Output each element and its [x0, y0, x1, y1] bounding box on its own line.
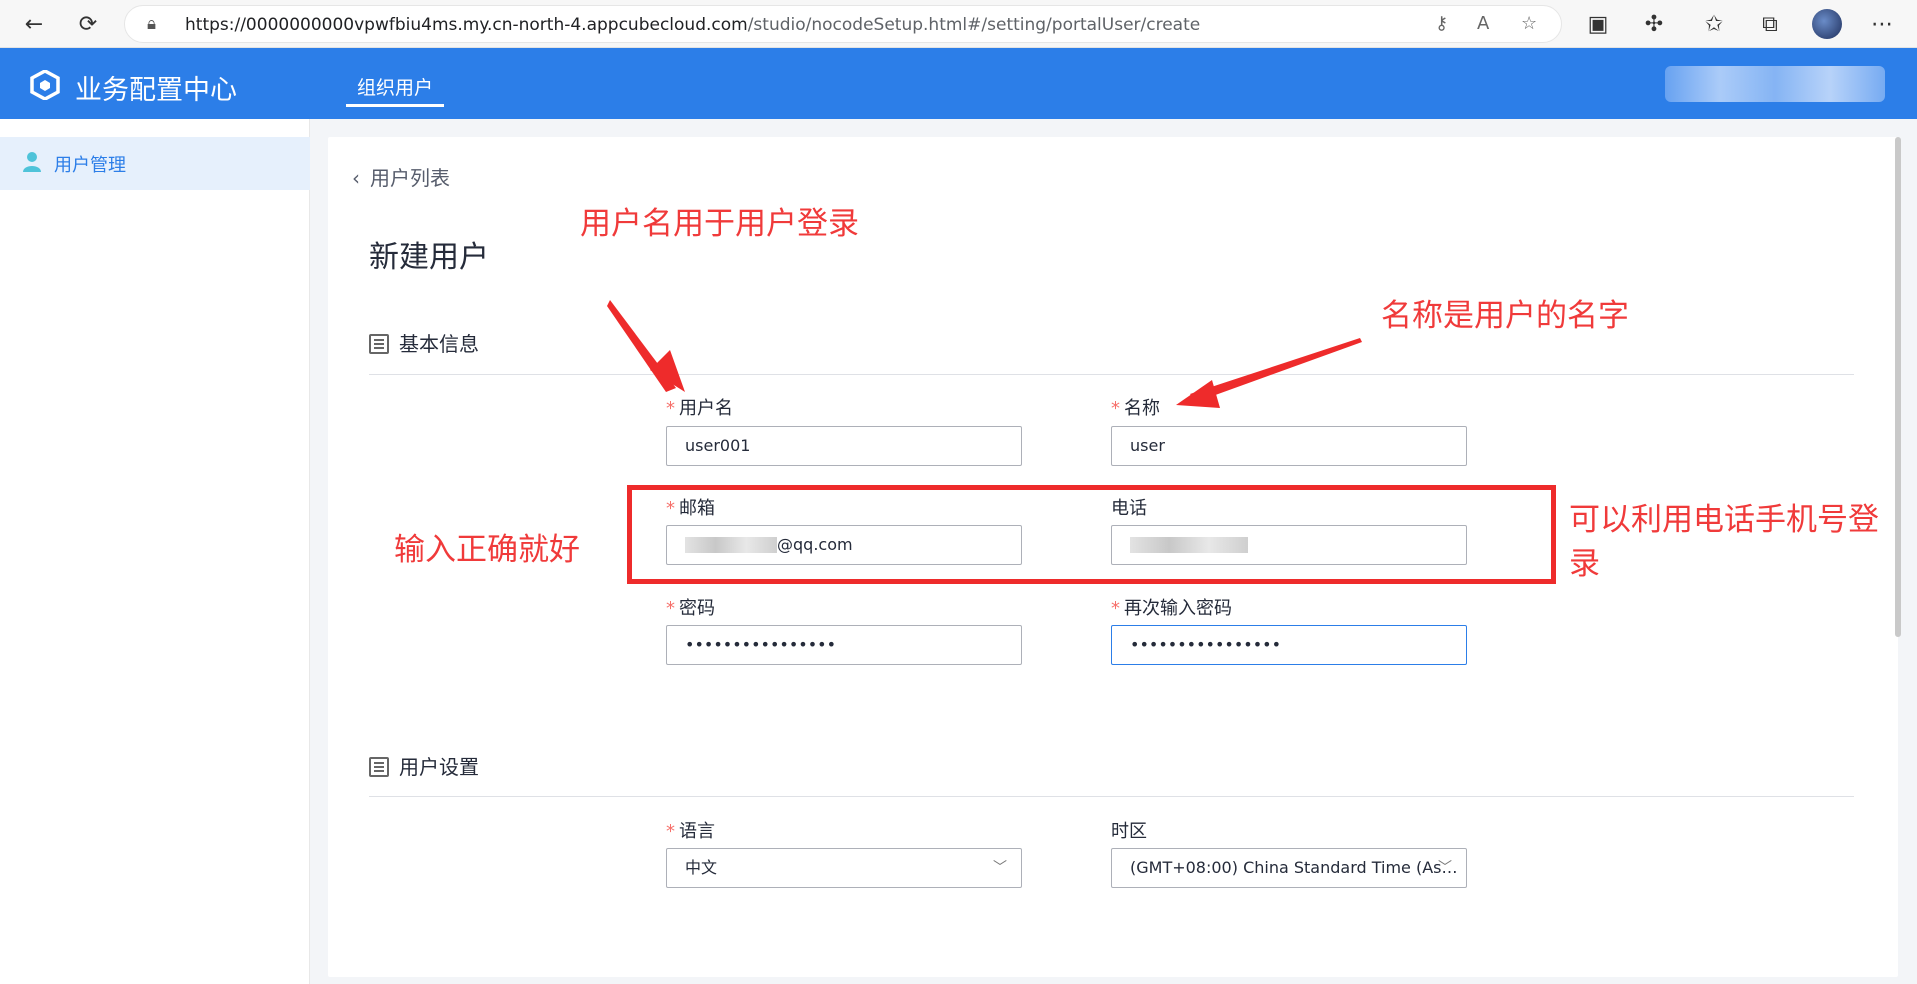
annotation-highlight-box — [627, 485, 1556, 584]
password-label: * 密码 — [666, 598, 715, 619]
read-aloud-icon[interactable]: A — [1477, 13, 1489, 34]
split-screen-icon[interactable]: ▣ — [1584, 10, 1612, 38]
chevron-down-icon: ﹀ — [993, 860, 1007, 876]
name-input[interactable]: user — [1111, 426, 1467, 466]
chevron-down-icon: ﹀ — [1438, 860, 1452, 876]
favorite-add-icon[interactable]: ☆ — [1521, 13, 1537, 34]
annotation-name: 名称是用户的名字 — [1381, 298, 1629, 334]
tab-org-users[interactable]: 组织用户 — [346, 73, 444, 107]
section-basic-info: 基本信息 — [369, 328, 479, 357]
user-icon — [23, 152, 41, 172]
section-title: 基本信息 — [399, 332, 479, 356]
collections-icon[interactable]: ⧉ — [1756, 10, 1784, 38]
annotation-phone-line2: 录 — [1569, 546, 1600, 582]
timezone-label: 时区 — [1111, 821, 1147, 842]
scrollbar[interactable] — [1895, 137, 1901, 637]
sidebar-item-user-management[interactable]: 用户管理 — [0, 137, 310, 190]
password-confirm-label: * 再次输入密码 — [1111, 598, 1232, 619]
list-icon — [369, 334, 389, 354]
annotation-email: 输入正确就好 — [394, 532, 580, 568]
key-icon[interactable]: ⚷ — [1435, 13, 1448, 34]
app-logo-icon — [30, 70, 60, 100]
browser-toolbar: ← ⟳ 🔒︎ https://0000000000vpwfbiu4ms.my.c… — [0, 0, 1917, 48]
divider — [369, 796, 1854, 797]
username-label: * 用户名 — [666, 398, 733, 419]
name-label: * 名称 — [1111, 398, 1160, 419]
section-user-settings: 用户设置 — [369, 751, 479, 780]
extensions-icon[interactable]: ✣ — [1640, 10, 1668, 38]
language-select[interactable]: 中文 ﹀ — [666, 848, 1022, 888]
app-title: 业务配置中心 — [75, 75, 237, 106]
more-menu-icon[interactable]: ⋯ — [1868, 10, 1896, 38]
back-arrow-icon[interactable]: ← — [20, 10, 48, 38]
divider — [369, 374, 1854, 375]
profile-avatar[interactable] — [1812, 9, 1842, 39]
section-title: 用户设置 — [399, 755, 479, 779]
url-text: https://0000000000vpwfbiu4ms.my.cn-north… — [185, 15, 1201, 35]
favorites-icon[interactable]: ✩ — [1700, 10, 1728, 38]
annotation-phone-line1: 可以利用电话手机号登 — [1569, 502, 1879, 538]
sidebar-item-label: 用户管理 — [54, 155, 126, 176]
lock-icon: 🔒︎ — [147, 14, 157, 34]
list-icon — [369, 757, 389, 777]
chevron-left-icon: ‹ — [352, 166, 360, 190]
password-confirm-input[interactable]: •••••••••••••••• — [1111, 625, 1467, 665]
language-label: * 语言 — [666, 821, 715, 842]
user-info-blurred[interactable] — [1665, 66, 1885, 102]
annotation-username: 用户名用于用户登录 — [580, 206, 859, 242]
timezone-select[interactable]: (GMT+08:00) China Standard Time (As… ﹀ — [1111, 848, 1467, 888]
app-header: 业务配置中心 组织用户 — [0, 48, 1917, 119]
address-bar[interactable]: 🔒︎ https://0000000000vpwfbiu4ms.my.cn-no… — [124, 5, 1562, 43]
back-label: 用户列表 — [370, 166, 450, 190]
refresh-icon[interactable]: ⟳ — [74, 10, 102, 38]
back-to-user-list[interactable]: ‹ 用户列表 — [352, 162, 450, 191]
sidebar: 用户管理 — [0, 119, 310, 984]
page-title: 新建用户 — [369, 240, 489, 275]
password-input[interactable]: •••••••••••••••• — [666, 625, 1022, 665]
username-input[interactable]: user001 — [666, 426, 1022, 466]
